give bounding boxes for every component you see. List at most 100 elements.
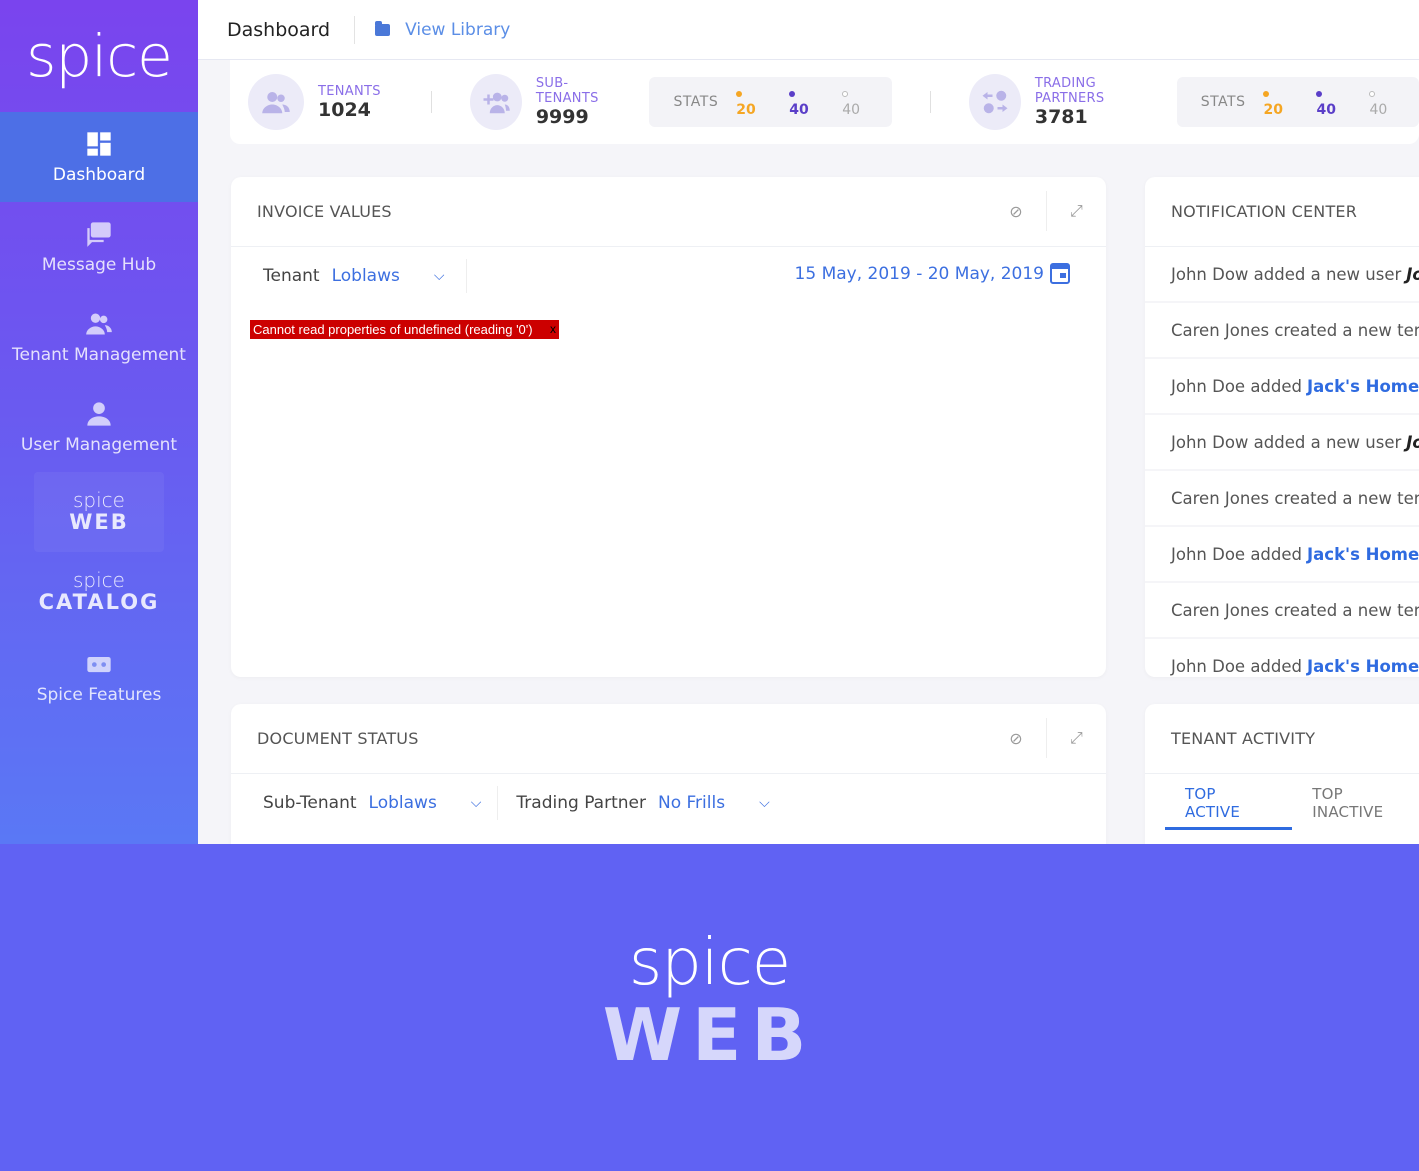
trading-partner-filter-value[interactable]: No Frills xyxy=(658,793,725,813)
sidebar-item-label: Tenant Management xyxy=(12,345,186,365)
stats-pill-label: STATS xyxy=(673,94,719,110)
date-range-label: 15 May, 2019 - 20 May, 2019 xyxy=(794,263,1044,284)
sub-tenant-filter-label: Sub-Tenant xyxy=(263,793,357,813)
notification-highlight: John xyxy=(1406,264,1419,284)
stat-purple-value: 40 xyxy=(1316,86,1343,118)
stat-value: 9999 xyxy=(535,106,589,128)
sidebar-item-spice-features[interactable]: Spice Features xyxy=(0,632,198,722)
notification-item[interactable]: John Doe addedJack's Homemade xyxy=(1145,359,1419,415)
users-icon xyxy=(84,309,114,339)
brand-name: spice xyxy=(26,22,173,90)
activity-tabs: TOP ACTIVE TOP INACTIVE xyxy=(1145,774,1419,832)
folder-icon xyxy=(375,20,391,36)
hide-icon[interactable]: ⊘ xyxy=(986,718,1046,758)
message-icon xyxy=(84,219,114,249)
notification-item[interactable]: John Dow added a new user John xyxy=(1145,415,1419,471)
stat-value: 1024 xyxy=(318,98,371,121)
notification-item[interactable]: Caren Jones created a new tenant xyxy=(1145,583,1419,639)
notification-highlight[interactable]: Jack's Homemade xyxy=(1307,377,1419,396)
stats-pill-label: STATS xyxy=(1200,94,1246,110)
divider xyxy=(430,91,432,113)
sidebar-item-spice-web[interactable]: spice WEB xyxy=(34,472,164,552)
card-title: NOTIFICATION CENTER xyxy=(1171,202,1358,221)
spice-web-banner: spice WEB xyxy=(0,844,1419,1171)
stat-orange-value: 20 xyxy=(736,86,763,118)
notification-text: John Dow added a new user xyxy=(1171,432,1402,452)
close-icon[interactable]: x xyxy=(550,320,556,339)
notification-list: John Dow added a new user John Caren Jones… xyxy=(1145,247,1419,677)
error-message: Cannot read properties of undefined (rea… xyxy=(250,320,559,339)
user-icon xyxy=(84,399,114,429)
sidebar-item-tenant-management[interactable]: Tenant Management xyxy=(0,292,198,382)
notification-text: John Doe added xyxy=(1171,656,1303,676)
notification-highlight[interactable]: Jack's Homemade xyxy=(1307,657,1419,676)
notification-text: Caren Jones created a new tenant xyxy=(1171,320,1419,340)
card-title: INVOICE VALUES xyxy=(257,202,392,221)
notification-text: John Doe added xyxy=(1171,376,1303,396)
trading-partner-filter-label: Trading Partner xyxy=(516,793,646,813)
spice-web-logo-top: spice xyxy=(73,488,125,512)
brand-logo[interactable]: spice xyxy=(0,0,198,112)
dashboard-icon xyxy=(84,129,114,159)
calendar-icon xyxy=(1050,263,1070,284)
notification-item[interactable]: John Doe addedJack's Homemade xyxy=(1145,527,1419,583)
hide-icon[interactable]: ⊘ xyxy=(986,191,1046,231)
notification-center-card: NOTIFICATION CENTER John Dow added a new… xyxy=(1145,177,1419,677)
filter-label: Tenant xyxy=(263,266,320,286)
sub-tenant-filter-value[interactable]: Loblaws xyxy=(369,793,437,813)
card-header: INVOICE VALUES ⊘ ⤢ xyxy=(231,177,1106,247)
sidebar-item-spice-catalog[interactable]: spice CATALOG xyxy=(0,552,198,632)
divider xyxy=(497,786,499,820)
tenant-activity-card: TENANT ACTIVITY TOP ACTIVE TOP INACTIVE xyxy=(1145,704,1419,844)
stat-label: TRADING PARTNERS xyxy=(1034,76,1105,106)
notification-item[interactable]: Caren Jones created a new tenant xyxy=(1145,303,1419,359)
features-icon xyxy=(84,649,114,679)
notification-item[interactable]: John Dow added a new user John xyxy=(1145,247,1419,303)
sidebar-item-label: Message Hub xyxy=(41,255,157,275)
chevron-down-icon[interactable]: ⌵ xyxy=(434,268,445,284)
notification-highlight[interactable]: Jack's Homemade xyxy=(1307,545,1419,564)
spice-catalog-logo-bottom: CATALOG xyxy=(38,590,160,614)
chevron-down-icon[interactable]: ⌵ xyxy=(471,795,482,811)
notification-text: Caren Jones created a new tenant xyxy=(1171,600,1419,620)
tenants-icon xyxy=(248,74,304,130)
notification-item[interactable]: John Doe addedJack's Homemade xyxy=(1145,639,1419,677)
chevron-down-icon[interactable]: ⌵ xyxy=(759,795,770,811)
trading-partners-icon xyxy=(968,74,1021,130)
sidebar-item-message-hub[interactable]: Message Hub xyxy=(0,202,198,292)
tab-top-active[interactable]: TOP ACTIVE xyxy=(1165,774,1293,832)
app-screenshot: spice Dashboard Message Hub Tenant Manag… xyxy=(0,0,1419,844)
notification-text: John Doe added xyxy=(1171,544,1303,564)
spice-catalog-logo-top: spice xyxy=(73,568,125,592)
view-library-link[interactable]: View Library xyxy=(375,20,510,40)
top-bar: Dashboard View Library xyxy=(198,0,1419,60)
sidebar-item-user-management[interactable]: User Management xyxy=(0,382,198,472)
sidebar: spice Dashboard Message Hub Tenant Manag… xyxy=(0,0,198,844)
stat-sub-tenants: SUB-TENANTS 9999 xyxy=(469,74,624,130)
card-header: NOTIFICATION CENTER xyxy=(1145,177,1419,247)
card-header: TENANT ACTIVITY xyxy=(1145,704,1419,774)
invoice-values-card: INVOICE VALUES ⊘ ⤢ Tenant Loblaws ⌵ 15 M… xyxy=(231,177,1106,677)
tab-top-inactive[interactable]: TOP INACTIVE xyxy=(1292,774,1419,832)
stat-grey-value: 40 xyxy=(1369,86,1395,118)
stats-pill[interactable]: STATS 20 40 40 xyxy=(649,77,892,127)
sidebar-item-label: Dashboard xyxy=(52,165,146,185)
add-users-icon xyxy=(469,74,522,130)
sidebar-item-dashboard[interactable]: Dashboard xyxy=(0,112,198,202)
notification-text: John Dow added a new user xyxy=(1171,264,1402,284)
sidebar-item-label: User Management xyxy=(20,435,178,455)
stat-orange-value: 20 xyxy=(1263,86,1290,118)
expand-icon[interactable]: ⤢ xyxy=(1046,718,1106,758)
notification-item[interactable]: Caren Jones created a new tenant xyxy=(1145,471,1419,527)
date-range-picker[interactable]: 15 May, 2019 - 20 May, 2019 xyxy=(795,263,1070,284)
expand-icon[interactable]: ⤢ xyxy=(1046,191,1106,231)
stats-pill[interactable]: STATS 20 40 40 xyxy=(1176,77,1419,127)
notification-highlight: John xyxy=(1406,432,1419,452)
banner-logo-bottom: WEB xyxy=(602,992,817,1077)
divider xyxy=(466,259,468,293)
stat-label: TENANTS xyxy=(318,83,381,99)
stat-trading-partners: TRADING PARTNERS 3781 xyxy=(968,74,1161,130)
stat-grey-value: 40 xyxy=(842,86,868,118)
card-title: DOCUMENT STATUS xyxy=(257,729,419,748)
view-library-label: View Library xyxy=(405,19,511,40)
